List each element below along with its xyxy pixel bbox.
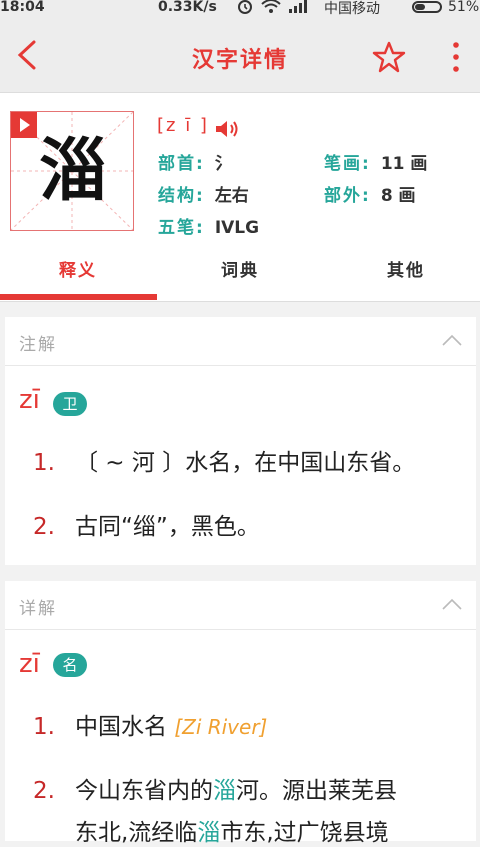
strokes-label: 笔画: <box>324 154 371 174</box>
signal-icon <box>289 0 307 13</box>
pinyin-text: [z ī ] <box>157 115 209 136</box>
english-gloss: [Zi River] <box>174 715 268 739</box>
note-pinyin: zī <box>19 385 40 415</box>
definition-number: 2. <box>33 514 55 540</box>
note-card-header[interactable]: 注解 <box>5 317 476 366</box>
speaker-icon[interactable] <box>214 119 242 139</box>
network-speed: 0.33K/s <box>158 0 217 15</box>
definition-item: 1. 中国水名 [Zi River] <box>33 707 267 741</box>
strokes-field: 笔画: 11 画 <box>324 149 427 174</box>
definition-item: 2. 今山东省内的淄河。源出莱芜县 <box>33 771 397 805</box>
carrier-name: 中国移动 <box>324 1 380 17</box>
page-title: 汉字详情 <box>191 48 288 73</box>
structure-field: 结构: 左右 <box>158 181 249 206</box>
battery-percent: 51% <box>448 0 480 15</box>
wubi-field: 五笔: IVLG <box>158 213 259 238</box>
wifi-icon <box>261 0 281 13</box>
tab-dictionary[interactable]: 词典 <box>162 245 318 299</box>
detail-card-title: 详解 <box>19 599 57 619</box>
definition-text: 河。源出莱芜县 <box>236 778 397 804</box>
character-glyph: 淄 <box>38 132 107 211</box>
definition-number: 1. <box>33 450 55 476</box>
highlighted-char: 淄 <box>197 820 221 846</box>
character-panel: 淄 [z ī ] 部首: 氵 笔画: 11 画 结构: 左右 部外: 8 画 五笔: IV… <box>0 93 480 245</box>
note-card-title: 注解 <box>19 335 57 355</box>
radical-value: 氵 <box>214 154 232 174</box>
definition-number: 2. <box>33 778 55 804</box>
battery-icon <box>412 1 442 13</box>
tab-other[interactable]: 其他 <box>328 245 480 299</box>
play-stroke-button[interactable] <box>11 112 37 138</box>
structure-value: 左右 <box>214 186 249 206</box>
detail-card: 详解 zī 名 1. 中国水名 [Zi River] 2. 今山东省内的淄河。源出莱… <box>5 581 476 846</box>
part-of-speech-badge: 名 <box>53 653 87 677</box>
alarm-icon <box>238 0 252 14</box>
definition-text: 中国水名 <box>75 714 167 740</box>
definition-continuation: 东北,流经临淄市东,过广饶县境 <box>75 813 389 847</box>
definition-text: 东北,流经临 <box>75 820 198 846</box>
status-time: 18:04 <box>0 0 45 15</box>
note-card: 注解 zī 卫 1. 〔 ~ 河 〕水名，在中国山东省。 2. 古同“缁”，黑色。 <box>5 317 476 565</box>
outer-strokes-label: 部外: <box>324 186 371 206</box>
active-tab-indicator <box>0 294 157 300</box>
definition-item: 1. 〔 ~ 河 〕水名，在中国山东省。 <box>33 443 415 477</box>
play-icon <box>20 118 30 132</box>
definition-text: 古同“缁”，黑色。 <box>75 514 260 540</box>
definition-text: 今山东省内的 <box>75 778 213 804</box>
chevron-up-icon[interactable] <box>441 597 463 611</box>
highlighted-char: 淄 <box>213 778 236 804</box>
status-icons <box>236 0 310 14</box>
definition-number: 1. <box>33 714 55 740</box>
wubi-value: IVLG <box>214 218 260 238</box>
outer-strokes-field: 部外: 8 画 <box>324 181 416 206</box>
app-header: 汉字详情 <box>0 18 480 93</box>
definition-text: 市东,过广饶县境 <box>220 820 389 846</box>
star-icon[interactable] <box>372 40 406 74</box>
radical-label: 部首: <box>158 154 205 174</box>
chevron-up-icon[interactable] <box>441 333 463 347</box>
detail-card-header[interactable]: 详解 <box>5 581 476 630</box>
status-bar: 18:04 0.33K/s 中国移动 51% <box>0 0 480 18</box>
radical-field: 部首: 氵 <box>158 149 232 174</box>
definition-text: 〔 ~ 河 〕水名，在中国山东省。 <box>75 450 416 476</box>
more-menu-icon[interactable] <box>448 40 464 74</box>
pinyin-zhuyin-badge: 卫 <box>53 392 87 416</box>
tab-definition[interactable]: 释义 <box>0 245 156 299</box>
outer-strokes-value: 8 画 <box>380 186 416 206</box>
wubi-label: 五笔: <box>158 218 205 238</box>
character-grid: 淄 <box>10 111 134 231</box>
strokes-value: 11 画 <box>380 154 428 174</box>
detail-pinyin: zī <box>19 649 40 679</box>
structure-label: 结构: <box>158 186 205 206</box>
tab-bar: 释义 词典 其他 <box>0 245 480 302</box>
definition-item: 2. 古同“缁”，黑色。 <box>33 507 260 541</box>
